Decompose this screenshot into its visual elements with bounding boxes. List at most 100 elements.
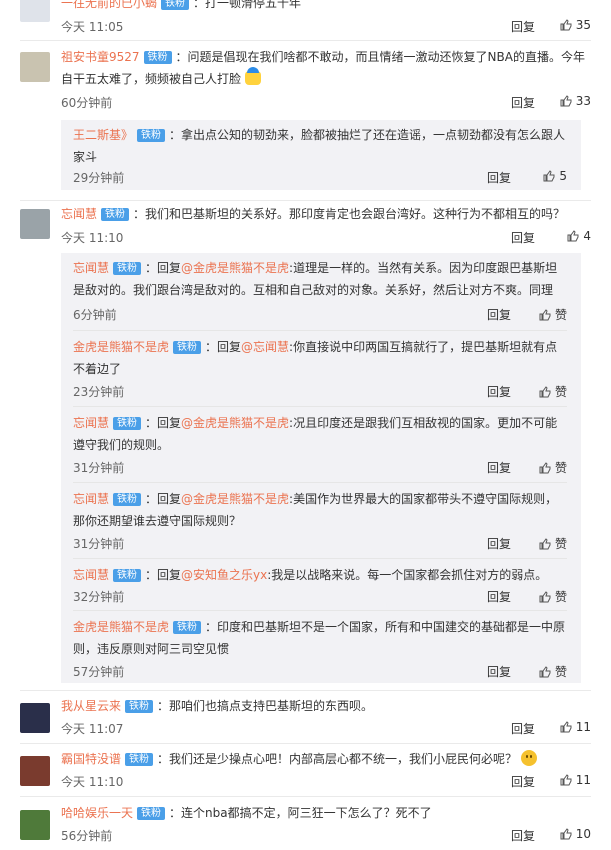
comment-item: 祖安书童9527 铁粉 ：问题是倡现在我们啥都不敢动，而且情绪一激动还恢复了NBA的… bbox=[0, 46, 611, 196]
comment-item: 忘闻慧 铁粉 ：我们和巴基斯坦的关系好。那印度肯定也会跟台湾好。这种行为不都相互的吗… bbox=[0, 203, 611, 693]
username-link[interactable]: 金虎是熊猫不是虎 bbox=[73, 340, 169, 354]
like-count: 5 bbox=[559, 169, 567, 183]
fan-badge: 铁粉 bbox=[137, 807, 166, 820]
username-link[interactable]: 祖安书童9527 bbox=[61, 50, 140, 64]
like-button[interactable]: 4 bbox=[551, 229, 591, 243]
mention-link[interactable]: @安知鱼之乐yx bbox=[181, 568, 267, 582]
username-link[interactable]: 王二斯基》 bbox=[73, 128, 133, 142]
divider bbox=[20, 200, 591, 201]
mention-link[interactable]: @金虎是熊猫不是虎 bbox=[181, 416, 289, 430]
fan-badge: 铁粉 bbox=[113, 417, 142, 430]
avatar[interactable] bbox=[20, 756, 50, 786]
reply-button[interactable]: 回复 bbox=[511, 773, 535, 790]
like-count: 33 bbox=[575, 94, 591, 108]
comment-text: ：打一顿滑停五千年 bbox=[193, 0, 302, 10]
divider bbox=[20, 796, 591, 797]
divider bbox=[73, 406, 567, 407]
like-label: 赞 bbox=[554, 537, 567, 551]
like-button[interactable]: 赞 bbox=[527, 306, 567, 323]
divider bbox=[73, 330, 567, 331]
like-button[interactable]: 5 bbox=[527, 169, 567, 183]
username-link[interactable]: 忘闻慧 bbox=[73, 568, 109, 582]
thumbs-up-icon bbox=[567, 230, 579, 242]
reply-prefix: ：回复 bbox=[145, 492, 182, 506]
avatar[interactable] bbox=[20, 0, 50, 22]
timestamp: 6分钟前 bbox=[73, 308, 117, 322]
timestamp: 今天 11:10 bbox=[61, 775, 124, 789]
fan-badge: 铁粉 bbox=[113, 569, 142, 582]
timestamp: 23分钟前 bbox=[73, 385, 125, 399]
like-button[interactable]: 赞 bbox=[527, 535, 567, 552]
username-link[interactable]: 忘闻慧 bbox=[73, 416, 109, 430]
reply-button[interactable]: 回复 bbox=[487, 306, 511, 323]
fan-badge: 铁粉 bbox=[113, 262, 142, 275]
like-button[interactable]: 赞 bbox=[527, 588, 567, 605]
timestamp: 57分钟前 bbox=[73, 665, 125, 679]
like-button[interactable]: 33 bbox=[551, 94, 591, 108]
sub-comment-list: 忘闻慧 铁粉 ：回复@金虎是熊猫不是虎:道理是一样的。当然有关系。因为印度跟巴基斯坦… bbox=[61, 253, 581, 683]
avatar[interactable] bbox=[20, 52, 50, 82]
fan-badge: 铁粉 bbox=[125, 753, 154, 766]
like-button[interactable]: 赞 bbox=[527, 459, 567, 476]
like-button[interactable]: 赞 bbox=[527, 663, 567, 680]
username-link[interactable]: 忘闻慧 bbox=[73, 261, 109, 275]
like-count: 4 bbox=[583, 229, 591, 243]
reply-button[interactable]: 回复 bbox=[511, 827, 535, 844]
reply-button[interactable]: 回复 bbox=[511, 94, 535, 111]
timestamp: 今天 11:05 bbox=[61, 20, 124, 34]
mention-link[interactable]: @金虎是熊猫不是虎 bbox=[181, 261, 289, 275]
reply-button[interactable]: 回复 bbox=[487, 459, 511, 476]
comment-text: ：我们还是少操点心吧！内部高层心都不统一，我们小屁民何必呢？ bbox=[157, 752, 518, 766]
reply-button[interactable]: 回复 bbox=[487, 663, 511, 680]
reply-button[interactable]: 回复 bbox=[487, 535, 511, 552]
reply-button[interactable]: 回复 bbox=[487, 383, 511, 400]
comment-item: 霸国特没谱 铁粉 ：我们还是少操点心吧！内部高层心都不统一，我们小屁民何必呢？ 今天… bbox=[0, 748, 611, 794]
timestamp: 56分钟前 bbox=[61, 829, 113, 843]
like-count: 11 bbox=[575, 720, 591, 734]
like-label: 赞 bbox=[554, 385, 567, 399]
thumbs-up-icon bbox=[560, 774, 572, 786]
sub-comment-list: 王二斯基》 铁粉 ：拿出点公知的韧劲来，脸都被抽烂了还在造谣，一点韧劲都没有怎么跟人… bbox=[61, 120, 581, 190]
username-link[interactable]: 金虎是熊猫不是虎 bbox=[73, 620, 169, 634]
like-button[interactable]: 10 bbox=[551, 827, 591, 841]
like-button[interactable]: 35 bbox=[551, 18, 591, 32]
comment-item: 一往无前的巳小蝎 铁粉 ：打一顿滑停五千年 今天 11:05 回复 35 bbox=[0, 0, 611, 42]
timestamp: 29分钟前 bbox=[73, 171, 125, 185]
timestamp: 60分钟前 bbox=[61, 96, 113, 110]
comment-text: ：我们和巴基斯坦的关系好。那印度肯定也会跟台湾好。这种行为不都相互的吗？ bbox=[133, 207, 566, 221]
reply-button[interactable]: 回复 bbox=[511, 229, 535, 246]
like-button[interactable]: 11 bbox=[551, 720, 591, 734]
username-link[interactable]: 我从星云来 bbox=[61, 699, 121, 713]
thumbs-up-icon bbox=[539, 386, 551, 398]
thumbs-up-icon bbox=[560, 828, 572, 840]
username-link[interactable]: 一往无前的巳小蝎 bbox=[61, 0, 157, 10]
like-button[interactable]: 11 bbox=[551, 773, 591, 787]
username-link[interactable]: 哈哈娱乐一天 bbox=[61, 806, 133, 820]
reply-button[interactable]: 回复 bbox=[487, 588, 511, 605]
comment-text: :我是以战略来说。每一个国家都会抓住对方的弱点。 bbox=[267, 568, 548, 582]
like-label: 赞 bbox=[554, 461, 567, 475]
avatar[interactable] bbox=[20, 810, 50, 840]
comment-text: ：连个nba都搞不定，阿三狂一下怎么了？死不了 bbox=[169, 806, 432, 820]
timestamp: 今天 11:07 bbox=[61, 722, 124, 736]
mention-link[interactable]: @金虎是熊猫不是虎 bbox=[181, 492, 289, 506]
thumbs-up-icon bbox=[543, 170, 555, 182]
reply-button[interactable]: 回复 bbox=[487, 169, 511, 186]
divider bbox=[73, 610, 567, 611]
thumbs-up-icon bbox=[539, 309, 551, 321]
mention-link[interactable]: @忘闻慧 bbox=[241, 340, 289, 354]
avatar[interactable] bbox=[20, 703, 50, 733]
thumbs-up-icon bbox=[539, 666, 551, 678]
thumbs-up-icon bbox=[560, 19, 572, 31]
reply-button[interactable]: 回复 bbox=[511, 720, 535, 737]
username-link[interactable]: 霸国特没谱 bbox=[61, 752, 121, 766]
username-link[interactable]: 忘闻慧 bbox=[61, 207, 97, 221]
smile-emoji-icon bbox=[520, 750, 537, 766]
username-link[interactable]: 忘闻慧 bbox=[73, 492, 109, 506]
reply-button[interactable]: 回复 bbox=[511, 18, 535, 35]
like-button[interactable]: 赞 bbox=[527, 383, 567, 400]
avatar[interactable] bbox=[20, 209, 50, 239]
divider bbox=[73, 558, 567, 559]
comment-item: 哈哈娱乐一天 铁粉 ：连个nba都搞不定，阿三狂一下怎么了？死不了 56分钟前 回复… bbox=[0, 802, 611, 848]
divider bbox=[20, 690, 591, 691]
